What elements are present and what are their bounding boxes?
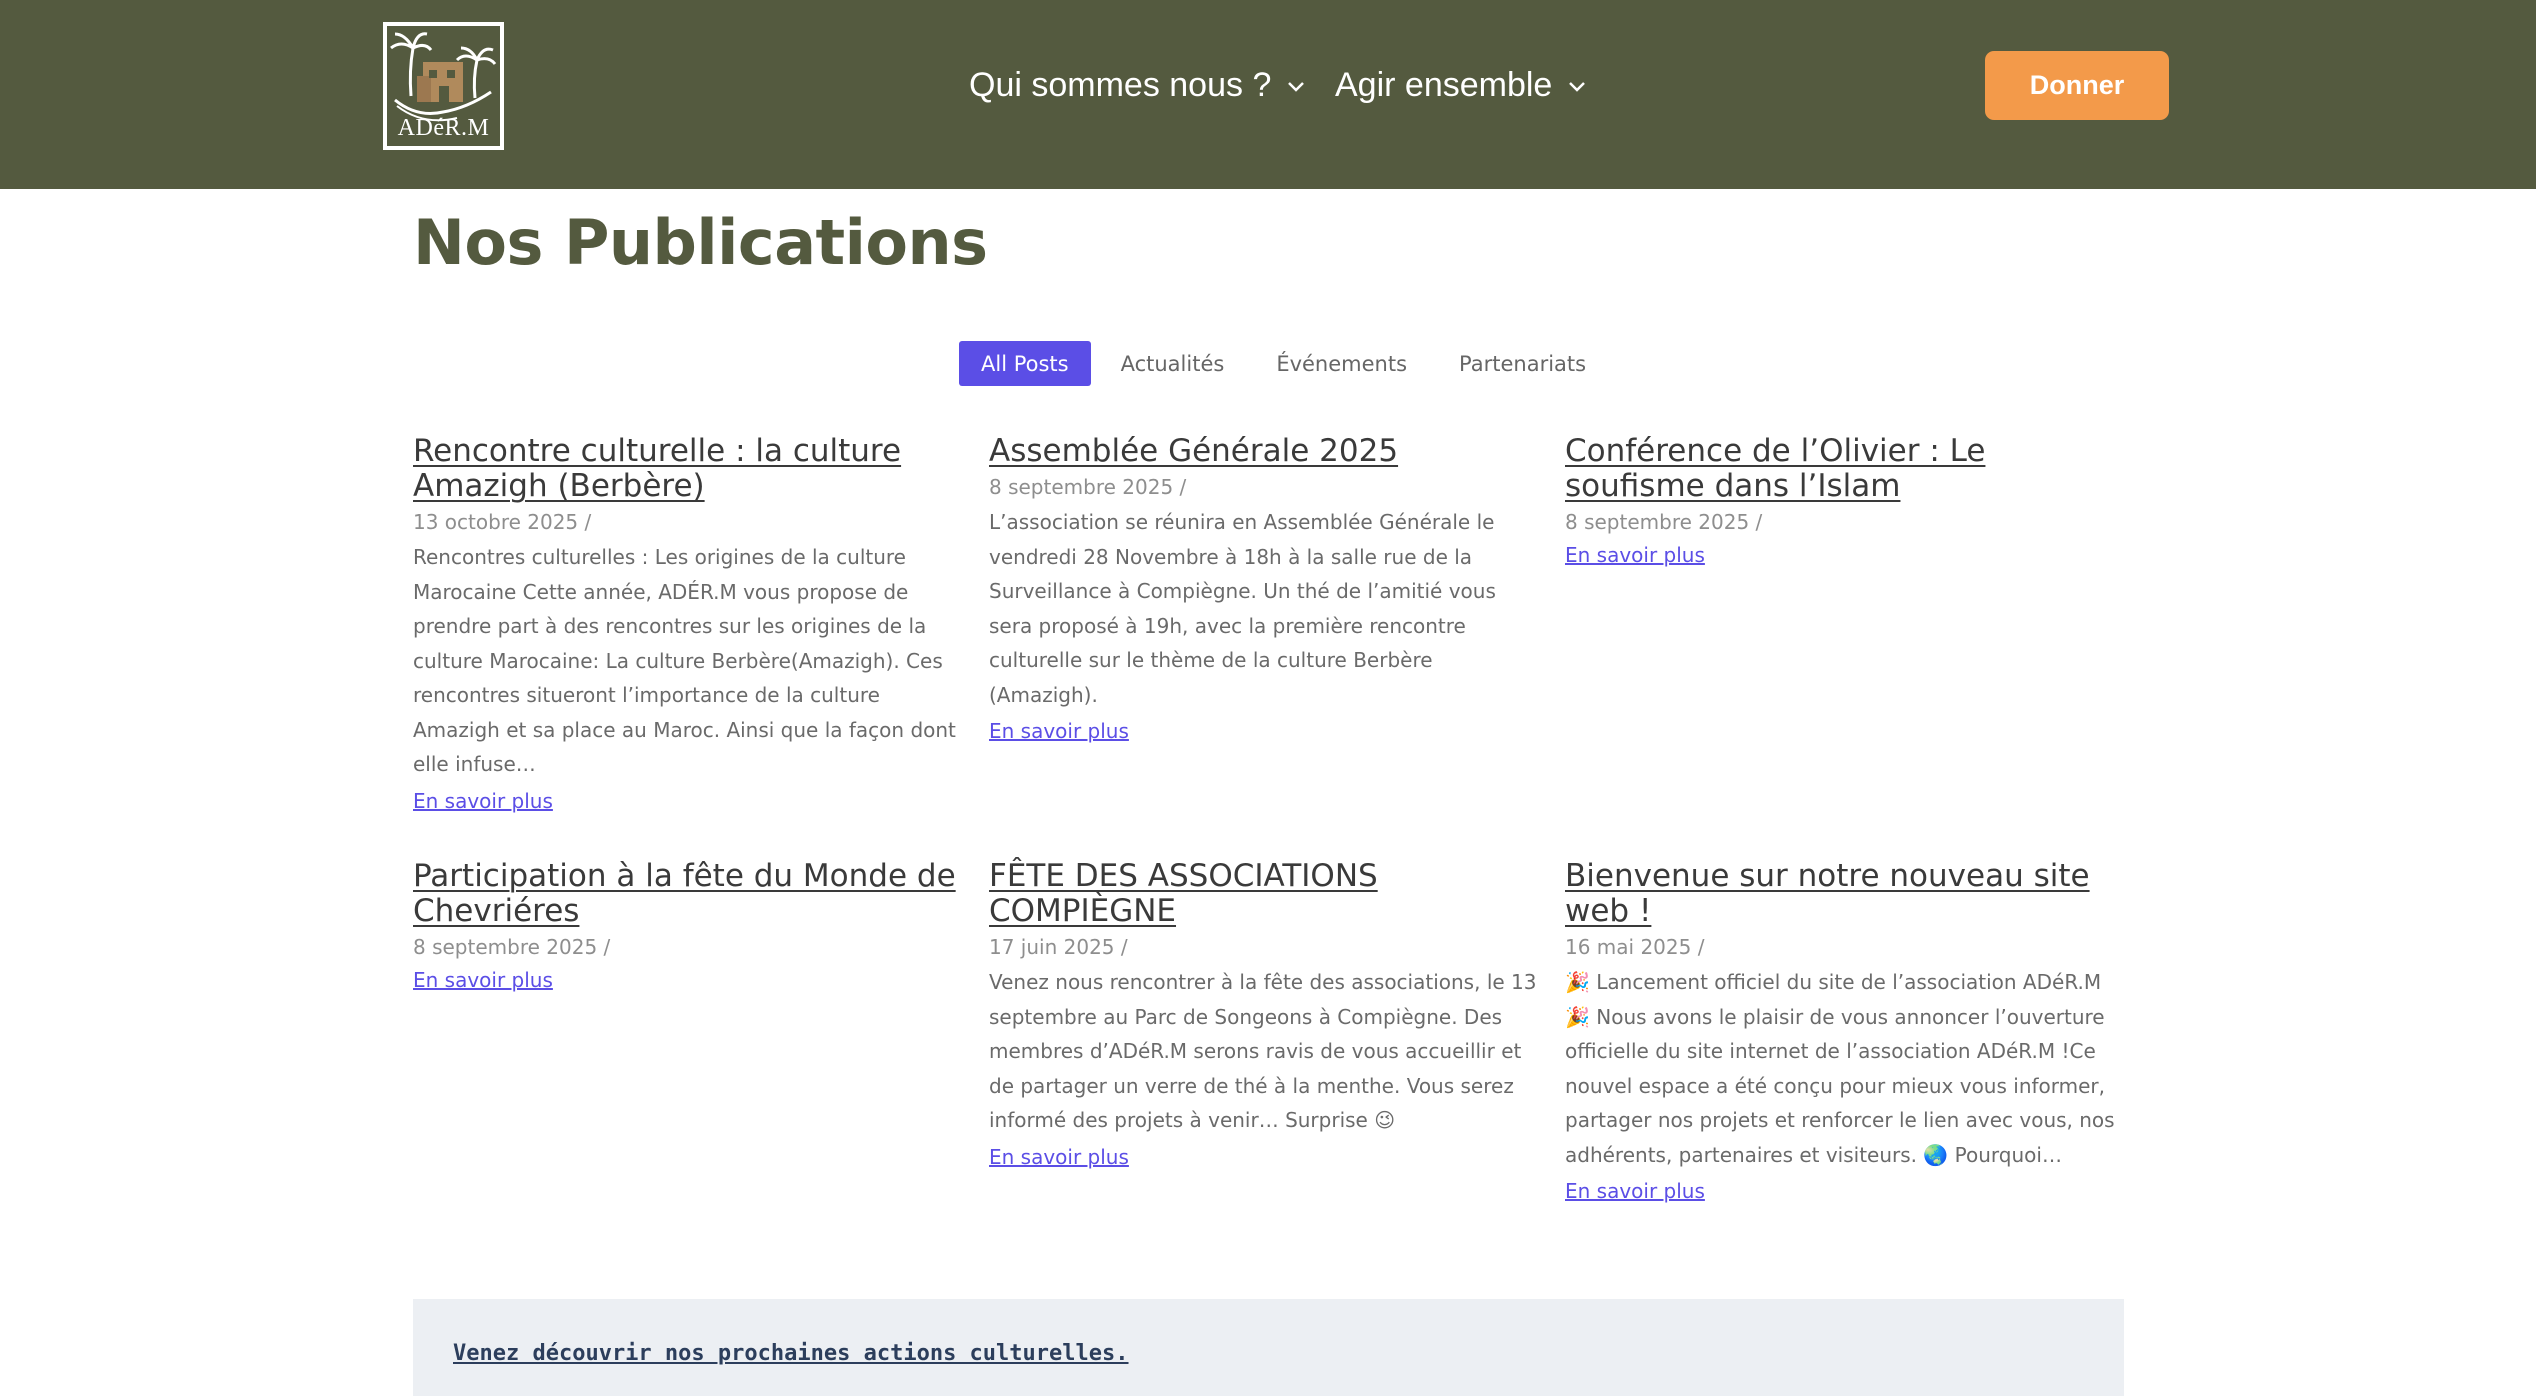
nav-label: Qui sommes nous ?	[969, 66, 1272, 104]
page-title: Nos Publications	[413, 206, 988, 279]
chevron-down-icon	[1569, 81, 1586, 92]
post-title[interactable]: Assemblée Générale 2025	[989, 434, 1539, 469]
nav-label: Agir ensemble	[1335, 66, 1553, 104]
post-date: 13 octobre 2025 /	[413, 510, 592, 534]
post-title[interactable]: Rencontre culturelle : la culture Amazig…	[413, 434, 963, 504]
post-date: 8 septembre 2025 /	[1565, 510, 1763, 534]
category-filters: All Posts Actualités Événements Partenar…	[959, 341, 1616, 386]
post-title[interactable]: Participation à la fête du Monde de Chev…	[413, 859, 963, 929]
read-more-link[interactable]: En savoir plus	[413, 965, 553, 995]
post-excerpt: 🎉 Lancement officiel du site de l’associ…	[1565, 970, 2115, 1167]
filter-all-posts[interactable]: All Posts	[959, 341, 1091, 386]
post-card: Rencontre culturelle : la culture Amazig…	[413, 434, 963, 816]
nav-qui-sommes-nous[interactable]: Qui sommes nous ?	[969, 66, 1307, 105]
post-title[interactable]: Bienvenue sur notre nouveau site web !	[1565, 859, 2115, 929]
read-more-link[interactable]: En savoir plus	[989, 716, 1129, 746]
filter-partenariats[interactable]: Partenariats	[1437, 341, 1608, 386]
read-more-link[interactable]: En savoir plus	[989, 1142, 1129, 1172]
post-date: 16 mai 2025 /	[1565, 935, 1705, 959]
chevron-down-icon	[1288, 81, 1305, 92]
nav-agir-ensemble[interactable]: Agir ensemble	[1335, 66, 1588, 105]
post-excerpt: L’association se réunira en Assemblée Gé…	[989, 510, 1496, 707]
site-header: ADéR.M Qui sommes nous ? Agir ensemble D…	[0, 0, 2536, 189]
donate-button[interactable]: Donner	[1985, 51, 2169, 120]
post-title[interactable]: FÊTE DES ASSOCIATIONS COMPIÈGNE	[989, 859, 1539, 929]
post-excerpt: Venez nous rencontrer à la fête des asso…	[989, 970, 1537, 1132]
post-title[interactable]: Conférence de l’Olivier : Le soufisme da…	[1565, 434, 2115, 504]
upcoming-actions-banner: Venez découvrir nos prochaines actions c…	[413, 1299, 2124, 1396]
post-card: Assemblée Générale 2025 8 septembre 2025…	[989, 434, 1539, 746]
site-logo[interactable]: ADéR.M	[383, 22, 504, 150]
read-more-link[interactable]: En savoir plus	[1565, 1176, 1705, 1206]
filter-evenements[interactable]: Événements	[1254, 341, 1429, 386]
read-more-link[interactable]: En savoir plus	[1565, 540, 1705, 570]
post-excerpt: Rencontres culturelles : Les origines de…	[413, 545, 956, 776]
read-more-link[interactable]: En savoir plus	[413, 786, 553, 816]
post-card: FÊTE DES ASSOCIATIONS COMPIÈGNE 17 juin …	[989, 859, 1539, 1172]
post-date: 17 juin 2025 /	[989, 935, 1128, 959]
post-card: Participation à la fête du Monde de Chev…	[413, 859, 963, 995]
post-card: Conférence de l’Olivier : Le soufisme da…	[1565, 434, 2115, 570]
post-card: Bienvenue sur notre nouveau site web ! 1…	[1565, 859, 2115, 1206]
post-date: 8 septembre 2025 /	[989, 475, 1187, 499]
post-date: 8 septembre 2025 /	[413, 935, 611, 959]
upcoming-actions-link[interactable]: Venez découvrir nos prochaines actions c…	[453, 1341, 1129, 1366]
filter-actualites[interactable]: Actualités	[1099, 341, 1247, 386]
logo-text: ADéR.M	[397, 115, 490, 141]
